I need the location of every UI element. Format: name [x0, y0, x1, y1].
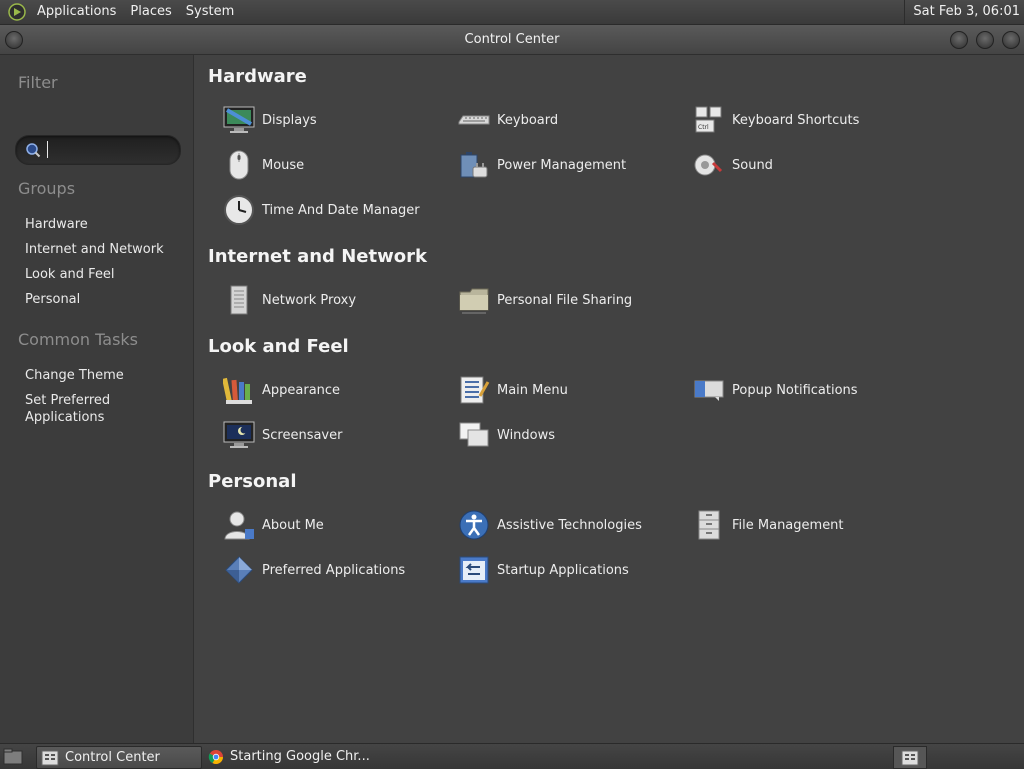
show-desktop-icon[interactable] [3, 748, 23, 765]
item-keyboard-shortcuts[interactable]: Ctrl Keyboard Shortcuts [692, 102, 922, 138]
common-tasks-heading: Common Tasks [18, 330, 139, 349]
item-screensaver[interactable]: Screensaver [222, 417, 452, 453]
keyboard-icon [457, 103, 491, 137]
user-icon [222, 508, 256, 542]
taskbar-label: Starting Google Chr... [230, 749, 370, 764]
applications-menu[interactable]: Applications [30, 0, 123, 24]
top-panel: Applications Places System Sat Feb 3, 06… [0, 0, 1024, 25]
window-titlebar[interactable]: Control Center [0, 25, 1024, 55]
group-link-internet-network[interactable]: Internet and Network [25, 241, 185, 258]
item-windows[interactable]: Windows [457, 417, 687, 453]
search-input[interactable] [15, 135, 181, 165]
control-center-window: Control Center Filter Groups Hardware In… [0, 25, 1024, 743]
item-about-me[interactable]: About Me [222, 507, 452, 543]
item-startup-applications[interactable]: Startup Applications [457, 552, 687, 588]
search-icon [26, 143, 41, 158]
text-cursor [47, 141, 48, 158]
clock-icon [222, 193, 256, 227]
close-button[interactable] [1002, 31, 1020, 49]
taskbar-google-chrome[interactable]: Starting Google Chr... [206, 746, 386, 767]
clock[interactable]: Sat Feb 3, 06:01 [904, 0, 1020, 24]
item-keyboard[interactable]: Keyboard [457, 102, 687, 138]
sidebar: Filter Groups Hardware Internet and Netw… [0, 55, 194, 743]
accessibility-icon [457, 508, 491, 542]
group-link-personal[interactable]: Personal [25, 291, 185, 308]
network-proxy-icon [222, 283, 256, 317]
display-icon [222, 103, 256, 137]
panel-menu-bar: Applications Places System [0, 0, 241, 24]
item-popup-notifications[interactable]: Popup Notifications [692, 372, 922, 408]
item-mouse[interactable]: Mouse [222, 147, 452, 183]
item-power-management[interactable]: Power Management [457, 147, 687, 183]
group-heading-personal: Personal [208, 471, 297, 492]
item-assistive-technologies[interactable]: Assistive Technologies [457, 507, 687, 543]
minimize-button[interactable] [950, 31, 968, 49]
group-link-hardware[interactable]: Hardware [25, 216, 185, 233]
mouse-icon [222, 148, 256, 182]
sound-icon [692, 148, 726, 182]
windows-icon [457, 418, 491, 452]
distro-logo-icon[interactable] [8, 3, 26, 21]
item-personal-file-sharing[interactable]: Personal File Sharing [457, 282, 687, 318]
screensaver-icon [222, 418, 256, 452]
item-file-management[interactable]: File Management [692, 507, 922, 543]
window-title: Control Center [464, 32, 560, 47]
item-preferred-applications[interactable]: Preferred Applications [222, 552, 452, 588]
task-change-theme[interactable]: Change Theme [25, 367, 185, 384]
item-displays[interactable]: Displays [222, 102, 452, 138]
group-heading-look-feel: Look and Feel [208, 336, 349, 357]
main-panel: Hardware Displays Keyboard Ctrl Keyboard… [194, 55, 1024, 743]
group-link-look-feel[interactable]: Look and Feel [25, 266, 185, 283]
main-menu-icon [457, 373, 491, 407]
item-main-menu[interactable]: Main Menu [457, 372, 687, 408]
item-sound[interactable]: Sound [692, 147, 922, 183]
preferred-apps-icon [222, 553, 256, 587]
item-appearance[interactable]: Appearance [222, 372, 452, 408]
groups-heading: Groups [18, 179, 76, 198]
group-heading-hardware: Hardware [208, 66, 307, 87]
tray-control-center-icon[interactable] [893, 746, 927, 769]
keyboard-shortcuts-icon: Ctrl [692, 103, 726, 137]
control-center-icon [41, 750, 59, 765]
filter-heading: Filter [18, 73, 58, 92]
item-network-proxy[interactable]: Network Proxy [222, 282, 452, 318]
popup-notification-icon [692, 373, 726, 407]
startup-apps-icon [457, 553, 491, 587]
chrome-icon [208, 749, 223, 764]
folder-share-icon [457, 283, 491, 317]
control-center-icon [901, 750, 919, 765]
taskbar-control-center[interactable]: Control Center [36, 746, 202, 769]
places-menu[interactable]: Places [123, 0, 178, 24]
appearance-icon [222, 373, 256, 407]
svg-text:Ctrl: Ctrl [698, 124, 709, 131]
group-heading-internet-network: Internet and Network [208, 246, 427, 267]
maximize-button[interactable] [976, 31, 994, 49]
system-menu[interactable]: System [179, 0, 241, 24]
taskbar-label: Control Center [65, 750, 160, 765]
task-set-preferred-applications[interactable]: Set Preferred Applications [25, 392, 185, 426]
file-cabinet-icon [692, 508, 726, 542]
power-management-icon [457, 148, 491, 182]
bottom-panel: Control Center Starting Google Chr... [0, 743, 1024, 769]
item-time-date-manager[interactable]: Time And Date Manager [222, 192, 452, 228]
